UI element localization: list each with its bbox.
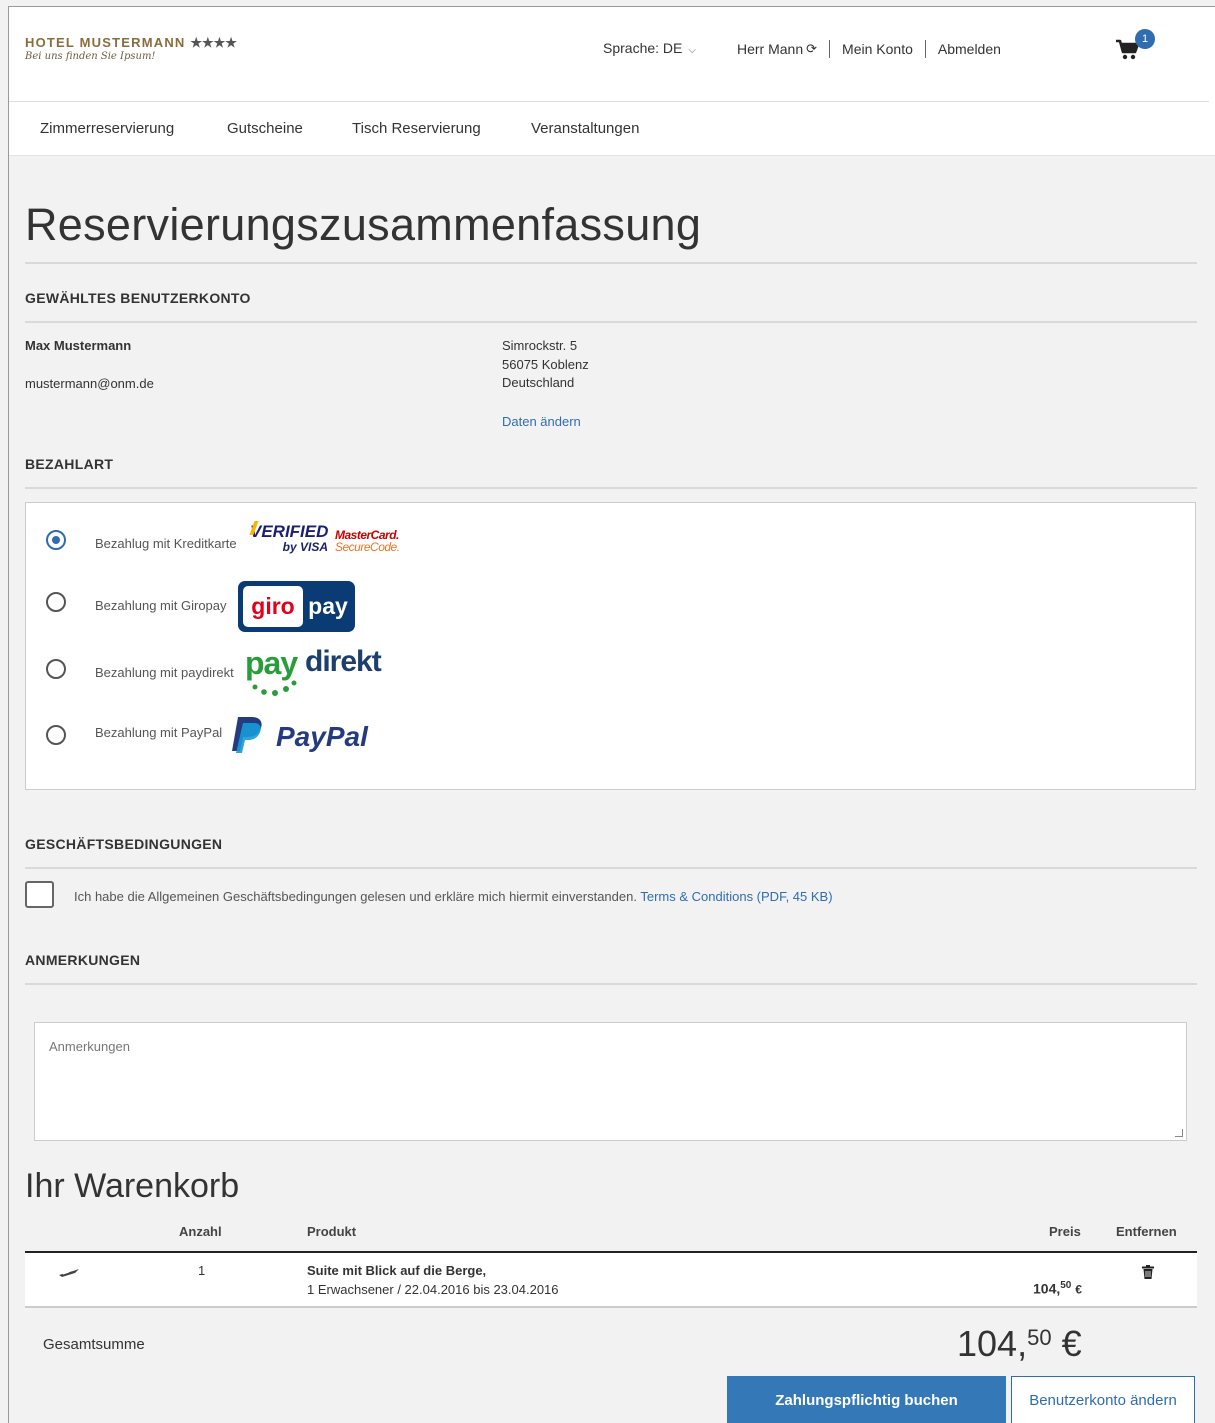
paydirekt-direkt-text: direkt: [305, 645, 382, 678]
language-selector[interactable]: Sprache: DE ⌵: [603, 40, 696, 56]
mastercard-securecode-logo: MasterCard. SecureCode.: [335, 529, 405, 559]
payment-label-paypal[interactable]: Bezahlung mit PayPal: [95, 725, 222, 740]
logo-tagline: Bei uns finden Sie Ipsum!: [25, 51, 156, 62]
item-price-cents: 50: [1060, 1280, 1072, 1291]
cart-count-badge: 1: [1135, 29, 1155, 49]
address-city: 56075 Koblenz: [502, 357, 589, 372]
nav-item-tisch-reservierung[interactable]: Tisch Reservierung: [352, 120, 481, 137]
column-header-product: Produkt: [307, 1224, 357, 1239]
radio-credit-card[interactable]: [46, 530, 66, 550]
change-account-button[interactable]: Benutzerkonto ändern: [1011, 1376, 1195, 1423]
resize-handle-icon[interactable]: [1175, 1129, 1183, 1137]
payment-section-heading: BEZAHLART: [25, 456, 114, 472]
terms-text-line: Ich habe die Allgemeinen Geschäftsbeding…: [74, 889, 833, 904]
paydirekt-logo: pay direkt: [245, 645, 395, 701]
column-header-price: Preis: [1049, 1224, 1081, 1239]
pay-text: pay: [308, 593, 348, 619]
notes-section-heading: ANMERKUNGEN: [25, 952, 141, 968]
item-price: 104,50 €: [1033, 1280, 1082, 1297]
column-header-qty: Anzahl: [179, 1224, 222, 1239]
paypal-text: PayPal: [276, 721, 368, 752]
divider: [25, 983, 1197, 985]
logo-text: HOTEL MUSTERMANN: [25, 35, 186, 50]
address-street: Simrockstr. 5: [502, 338, 578, 353]
book-button[interactable]: Zahlungspflichtig buchen: [727, 1376, 1006, 1423]
address-country: Deutschland: [502, 375, 575, 390]
paydirekt-pay-text: pay: [245, 645, 298, 681]
page-frame: HOTEL MUSTERMANN ★★★★ Bei uns finden Sie…: [8, 6, 1215, 1423]
item-qty: 1: [198, 1263, 206, 1278]
total-cents: 50: [1027, 1325, 1052, 1350]
column-header-remove: Entfernen: [1116, 1224, 1177, 1239]
paydirekt-dots-icon: [252, 680, 297, 696]
nav-item-veranstaltungen[interactable]: Veranstaltungen: [531, 120, 639, 137]
account-email: mustermann@onm.de: [25, 376, 154, 391]
total-main: 104,: [957, 1323, 1028, 1364]
terms-pdf-link[interactable]: Terms & Conditions (PDF, 45 KB): [640, 889, 832, 904]
divider: [25, 867, 1197, 869]
item-price-main: 104,: [1033, 1280, 1061, 1297]
giropay-logo: giro pay: [238, 581, 355, 632]
language-label: Sprache: DE: [603, 40, 683, 56]
room-icon: [59, 1269, 79, 1277]
user-name-link[interactable]: Herr Mann: [737, 41, 803, 57]
account-name: Max Mustermann: [25, 338, 132, 353]
radio-giropay[interactable]: [46, 592, 66, 612]
nav-item-gutscheine[interactable]: Gutscheine: [227, 120, 303, 137]
logo-title[interactable]: HOTEL MUSTERMANN ★★★★: [25, 35, 237, 51]
by-visa-text: by VISA: [282, 540, 328, 554]
trash-icon[interactable]: [1142, 1265, 1154, 1279]
divider: [25, 262, 1197, 264]
nav-divider: [924, 40, 926, 58]
verified-by-visa-logo: VERIFIED by VISA: [249, 521, 328, 563]
securecode-text: SecureCode.: [335, 540, 400, 554]
paypal-p-icon: [232, 717, 262, 753]
radio-paydirekt[interactable]: [46, 659, 66, 679]
item-price-currency: €: [1075, 1282, 1082, 1297]
notes-placeholder: Anmerkungen: [49, 1039, 130, 1054]
logo-stars: ★★★★: [190, 35, 237, 50]
my-account-link[interactable]: Mein Konto: [842, 41, 913, 57]
terms-checkbox[interactable]: [25, 881, 54, 908]
divider: [25, 487, 1197, 489]
item-product-details: 1 Erwachsener / 22.04.2016 bis 23.04.201…: [307, 1282, 559, 1297]
cart-title: Ihr Warenkorb: [25, 1167, 240, 1205]
main-nav: Zimmerreservierung Gutscheine Tisch Rese…: [9, 102, 1215, 156]
payment-label-paydirekt[interactable]: Bezahlung mit paydirekt: [95, 665, 234, 680]
nav-item-zimmerreservierung[interactable]: Zimmerreservierung: [40, 120, 174, 137]
giro-text: giro: [243, 586, 303, 627]
table-row: 1 Suite mit Blick auf die Berge, 1 Erwac…: [25, 1253, 1197, 1308]
notes-textarea[interactable]: Anmerkungen: [34, 1022, 1187, 1141]
logout-link[interactable]: Abmelden: [938, 41, 1001, 57]
user-nav: Herr Mann ⟳ Mein Konto Abmelden: [737, 40, 1001, 58]
account-section-heading: GEWÄHLTES BENUTZERKONTO: [25, 290, 251, 306]
terms-text: Ich habe die Allgemeinen Geschäftsbeding…: [74, 889, 637, 904]
divider: [25, 321, 1197, 323]
chevron-down-icon: ⌵: [688, 45, 696, 56]
header: HOTEL MUSTERMANN ★★★★ Bei uns finden Sie…: [9, 7, 1215, 102]
page-title: Reservierungszusammenfassung: [25, 199, 702, 250]
payment-options-box: Bezahlug mit Kreditkarte VERIFIED by VIS…: [25, 502, 1196, 790]
edit-data-link[interactable]: Daten ändern: [502, 414, 581, 429]
paypal-logo: PayPal: [232, 715, 392, 755]
total-label: Gesamtsumme: [43, 1336, 145, 1353]
nav-divider: [829, 40, 831, 58]
payment-label-credit-card[interactable]: Bezahlug mit Kreditkarte: [95, 536, 237, 551]
radio-paypal[interactable]: [46, 725, 66, 745]
payment-label-giropay[interactable]: Bezahlung mit Giropay: [95, 598, 227, 613]
total-value: 104,50 €: [957, 1323, 1082, 1365]
terms-section-heading: GESCHÄFTSBEDINGUNGEN: [25, 836, 223, 852]
refresh-icon[interactable]: ⟳: [806, 41, 817, 57]
total-currency: €: [1061, 1323, 1082, 1364]
item-product-name: Suite mit Blick auf die Berge,: [307, 1263, 487, 1278]
